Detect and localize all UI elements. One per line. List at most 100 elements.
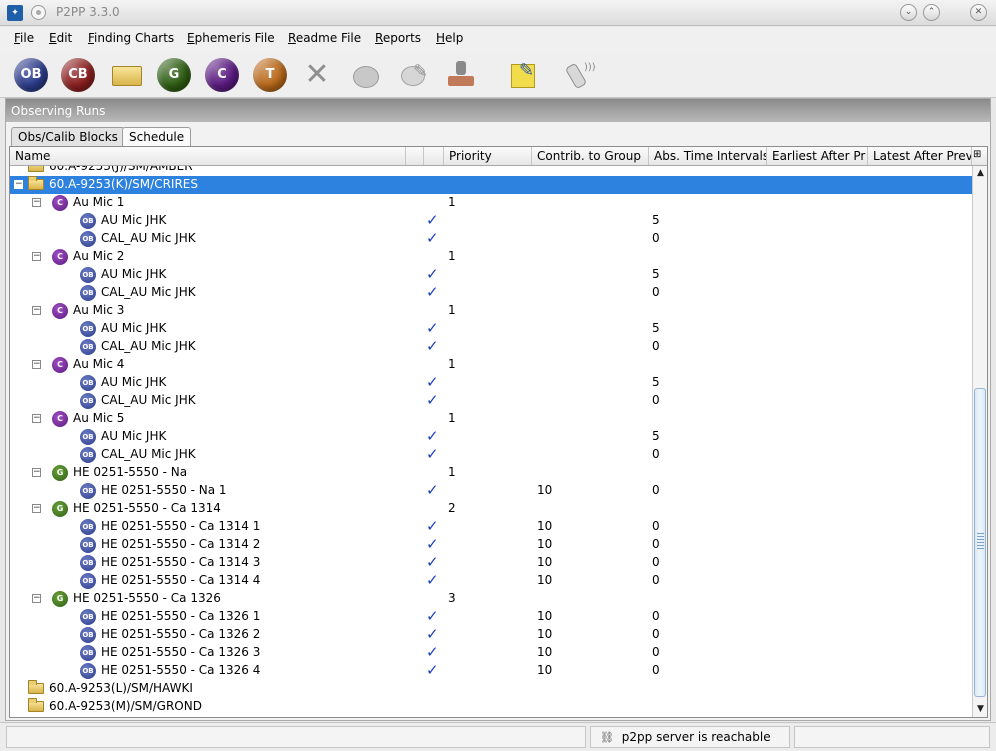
ob-row[interactable]: OB HE 0251-5550 - Ca 1326 3 ✓ 10 0 <box>10 643 972 662</box>
open-folder-button[interactable] <box>110 58 144 92</box>
minimize-icon[interactable]: ⌄ <box>900 4 917 21</box>
stamp-button[interactable] <box>444 58 478 92</box>
tab-schedule[interactable]: Schedule <box>122 127 192 147</box>
ob-row[interactable]: OB AU Mic JHK ✓ 5 <box>10 373 972 392</box>
menu-edit[interactable]: Edit <box>49 31 72 45</box>
checkmark-icon[interactable]: ✓ <box>426 283 439 301</box>
run-row[interactable]: 60.A-9253(L)/SM/HAWKI <box>10 680 972 698</box>
ob-row[interactable]: OB CAL_AU Mic JHK ✓ 0 <box>10 391 972 410</box>
menu-ephemeris-file[interactable]: Ephemeris File <box>187 31 275 45</box>
checkmark-icon[interactable]: ✓ <box>426 553 439 571</box>
ob-icon: OB <box>80 573 96 589</box>
checkmark-icon[interactable]: ✓ <box>426 373 439 391</box>
menu-file[interactable]: File <box>14 31 34 45</box>
checkmark-icon[interactable]: ✓ <box>426 319 439 337</box>
column-header-name[interactable]: Name <box>10 147 406 165</box>
checkmark-icon[interactable]: ✓ <box>426 607 439 625</box>
ob-row[interactable]: OB CAL_AU Mic JHK ✓ 0 <box>10 445 972 464</box>
scroll-thumb[interactable] <box>974 388 986 697</box>
concatenation-icon: C <box>52 357 68 373</box>
ob-row[interactable]: OB AU Mic JHK ✓ 5 <box>10 211 972 230</box>
collapse-icon[interactable]: − <box>32 414 41 423</box>
ob-row[interactable]: OB CAL_AU Mic JHK ✓ 0 <box>10 337 972 356</box>
checkmark-icon[interactable]: ✓ <box>426 211 439 229</box>
column-header-contrib[interactable]: Contrib. to Group <box>532 147 649 165</box>
ob-row[interactable]: OB HE 0251-5550 - Ca 1314 3 ✓ 10 0 <box>10 553 972 572</box>
checkmark-icon[interactable]: ✓ <box>426 517 439 535</box>
column-header-earliest[interactable]: Earliest After Pr <box>767 147 868 165</box>
new-concatenation-button[interactable]: C <box>205 58 239 92</box>
concatenation-row[interactable]: − C Au Mic 1 1 <box>10 194 972 212</box>
checkmark-icon[interactable]: ✓ <box>426 337 439 355</box>
ob-row[interactable]: OB AU Mic JHK ✓ 5 <box>10 265 972 284</box>
vertical-scrollbar[interactable]: ▲ ▼ <box>972 166 987 717</box>
collapse-icon[interactable]: − <box>32 594 41 603</box>
check-in-button[interactable] <box>349 58 383 92</box>
checkmark-icon[interactable]: ✓ <box>426 571 439 589</box>
column-header-blank-1[interactable] <box>406 147 424 165</box>
menu-help[interactable]: Help <box>436 31 463 45</box>
window-menu-icon[interactable] <box>31 5 46 20</box>
concatenation-row[interactable]: − C Au Mic 4 1 <box>10 356 972 374</box>
checkmark-icon[interactable]: ✓ <box>426 661 439 679</box>
ob-row[interactable]: OB AU Mic JHK ✓ 5 <box>10 319 972 338</box>
collapse-icon[interactable]: − <box>32 360 41 369</box>
column-header-blank-2[interactable] <box>424 147 444 165</box>
ob-row[interactable]: OB HE 0251-5550 - Ca 1326 1 ✓ 10 0 <box>10 607 972 626</box>
collapse-icon[interactable]: − <box>32 504 41 513</box>
collapse-icon[interactable]: − <box>32 306 41 315</box>
ob-row[interactable]: OB CAL_AU Mic JHK ✓ 0 <box>10 229 972 248</box>
group-row[interactable]: − G HE 0251-5550 - Ca 1326 3 <box>10 590 972 608</box>
scroll-up-icon[interactable]: ▲ <box>974 167 987 180</box>
run-row[interactable]: 60.A-9253(M)/SM/GROND <box>10 698 972 716</box>
run-row[interactable]: 60.A-9253(J)/SM/AMBER <box>10 166 972 176</box>
checkmark-icon[interactable]: ✓ <box>426 229 439 247</box>
menu-reports[interactable]: Reports <box>375 31 421 45</box>
checkmark-icon[interactable]: ✓ <box>426 391 439 409</box>
concatenation-row[interactable]: − C Au Mic 5 1 <box>10 410 972 428</box>
group-row[interactable]: − G HE 0251-5550 - Na 1 <box>10 464 972 482</box>
column-header-priority[interactable]: Priority <box>444 147 532 165</box>
column-chooser-icon[interactable]: ⊞ <box>972 147 987 165</box>
ob-row[interactable]: OB HE 0251-5550 - Ca 1314 1 ✓ 10 0 <box>10 517 972 536</box>
ob-row[interactable]: OB HE 0251-5550 - Ca 1314 2 ✓ 10 0 <box>10 535 972 554</box>
new-group-button[interactable]: G <box>157 58 191 92</box>
checkmark-icon[interactable]: ✓ <box>426 535 439 553</box>
checkmark-icon[interactable]: ✓ <box>426 625 439 643</box>
checkmark-icon[interactable]: ✓ <box>426 643 439 661</box>
menu-finding-charts[interactable]: Finding Charts <box>88 31 174 45</box>
concatenation-row[interactable]: − C Au Mic 2 1 <box>10 248 972 266</box>
ob-row[interactable]: OB HE 0251-5550 - Ca 1314 4 ✓ 10 0 <box>10 571 972 590</box>
status-message-box <box>6 726 586 748</box>
checkmark-icon[interactable]: ✓ <box>426 427 439 445</box>
connection-button[interactable]: ))) <box>560 58 596 92</box>
collapse-icon[interactable]: − <box>32 198 41 207</box>
delete-button[interactable]: ✕ <box>300 58 334 92</box>
verify-button[interactable]: ✎ <box>397 58 431 92</box>
checkmark-icon[interactable]: ✓ <box>426 445 439 463</box>
collapse-icon[interactable]: − <box>32 252 41 261</box>
ob-row[interactable]: OB CAL_AU Mic JHK ✓ 0 <box>10 283 972 302</box>
column-header-abs-time[interactable]: Abs. Time Intervals <box>649 147 767 165</box>
concatenation-row[interactable]: − C Au Mic 3 1 <box>10 302 972 320</box>
maximize-icon[interactable]: ⌃ <box>923 4 940 21</box>
collapse-icon[interactable]: − <box>14 180 23 189</box>
scroll-down-icon[interactable]: ▼ <box>974 703 987 716</box>
new-ob-button[interactable]: OB <box>14 58 48 92</box>
close-icon[interactable]: ✕ <box>970 4 987 21</box>
menu-readme-file[interactable]: Readme File <box>288 31 361 45</box>
new-cb-button[interactable]: CB <box>61 58 95 92</box>
ob-row[interactable]: OB HE 0251-5550 - Ca 1326 2 ✓ 10 0 <box>10 625 972 644</box>
checkmark-icon[interactable]: ✓ <box>426 265 439 283</box>
ob-row[interactable]: OB HE 0251-5550 - Ca 1326 4 ✓ 10 0 <box>10 661 972 680</box>
notes-button[interactable]: ✎ <box>506 58 540 92</box>
collapse-icon[interactable]: − <box>32 468 41 477</box>
run-row[interactable]: − 60.A-9253(K)/SM/CRIRES <box>10 176 972 194</box>
tab-obs-calib-blocks[interactable]: Obs/Calib Blocks <box>11 127 125 146</box>
ob-row[interactable]: OB HE 0251-5550 - Na 1 ✓ 10 0 <box>10 481 972 500</box>
group-row[interactable]: − G HE 0251-5550 - Ca 1314 2 <box>10 500 972 518</box>
column-header-latest[interactable]: Latest After Prev. <box>868 147 972 165</box>
ob-row[interactable]: OB AU Mic JHK ✓ 5 <box>10 427 972 446</box>
new-timelink-button[interactable]: T <box>253 58 287 92</box>
checkmark-icon[interactable]: ✓ <box>426 481 439 499</box>
